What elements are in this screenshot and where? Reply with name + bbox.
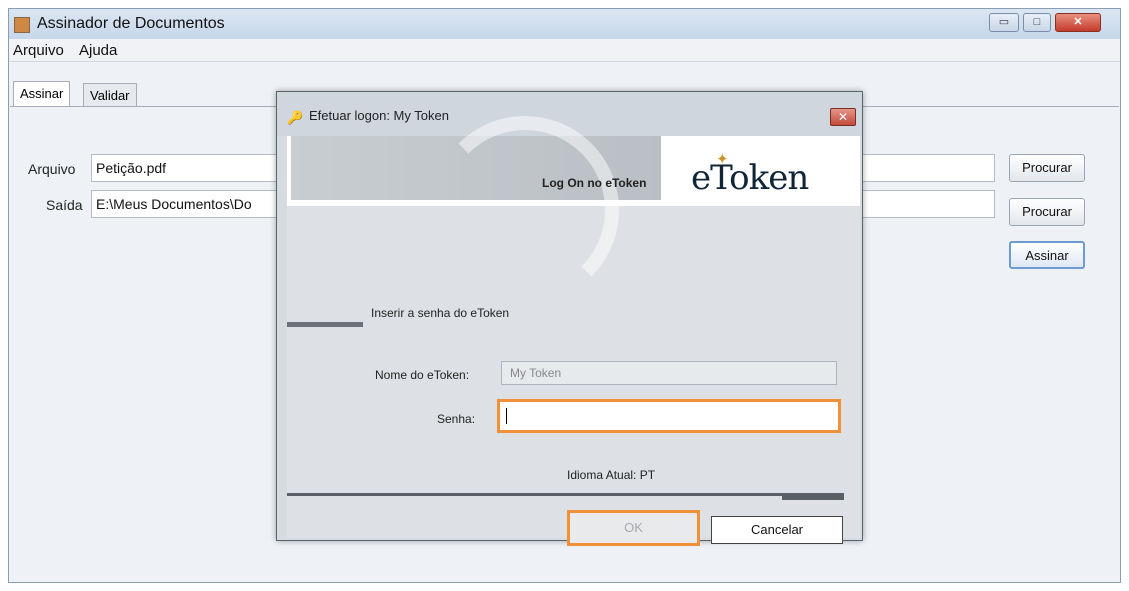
close-button[interactable]: ✕	[1055, 13, 1101, 32]
maximize-button[interactable]: □	[1023, 13, 1051, 32]
etoken-logo: eToken	[691, 158, 809, 198]
dialog-banner: Log On no eToken eToken ✦	[287, 116, 860, 304]
banner-arc-decoration	[431, 116, 619, 304]
procurar-arquivo-button[interactable]: Procurar	[1009, 154, 1085, 182]
menu-arquivo[interactable]: Arquivo	[13, 42, 64, 59]
dialog-body: Log On no eToken eToken ✦ Inserir a senh…	[287, 116, 860, 546]
token-name-field: My Token	[501, 361, 837, 385]
cancel-button[interactable]: Cancelar	[711, 516, 843, 544]
language-label: Idioma Atual: PT	[567, 468, 656, 482]
banner-grey-panel	[291, 116, 661, 304]
menu-bar: Arquivo Ajuda	[9, 39, 1120, 62]
dialog-close-button[interactable]: ✕	[830, 108, 856, 126]
text-cursor	[506, 408, 507, 425]
arquivo-label: Arquivo	[28, 161, 76, 177]
saida-label: Saída	[46, 197, 83, 213]
menu-ajuda[interactable]: Ajuda	[79, 42, 117, 59]
divider-bottom-accent	[782, 493, 844, 500]
procurar-saida-button[interactable]: Procurar	[1009, 198, 1085, 226]
tab-assinar[interactable]: Assinar	[13, 81, 71, 107]
window-title: Assinador de Documentos	[37, 15, 225, 32]
key-icon: 🔑	[287, 110, 304, 125]
tab-validar[interactable]: Validar	[83, 83, 137, 107]
etoken-logon-dialog: 🔑 Efetuar logon: My Token ✕ Log On no eT…	[276, 91, 863, 546]
minimize-button[interactable]: ▭	[989, 13, 1019, 32]
token-name-label: Nome do eToken:	[375, 368, 470, 382]
dialog-title: Efetuar logon: My Token	[309, 108, 449, 123]
assinar-button[interactable]: Assinar	[1009, 241, 1085, 269]
password-field[interactable]	[497, 399, 841, 433]
banner-logon-text: Log On no eToken	[542, 176, 647, 190]
divider-left	[287, 322, 363, 327]
password-label: Senha:	[437, 412, 476, 426]
ok-button[interactable]: OK	[567, 510, 700, 546]
logo-star-icon: ✦	[716, 151, 729, 168]
title-bar: Assinador de Documentos ▭ □ ✕	[9, 9, 1120, 39]
dialog-prompt: Inserir a senha do eToken	[371, 306, 510, 320]
divider-bottom	[287, 493, 844, 496]
java-app-icon	[14, 17, 30, 33]
